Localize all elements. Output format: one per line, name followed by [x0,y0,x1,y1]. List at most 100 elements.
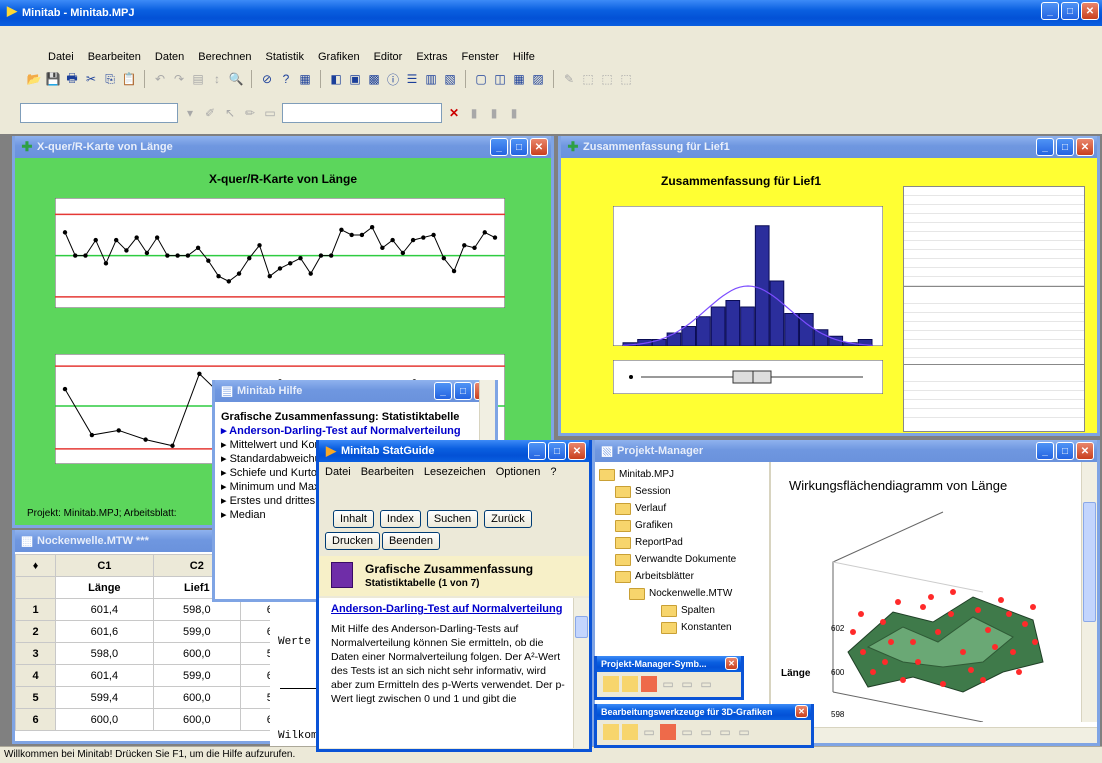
statguide-icon[interactable]: ▦ [297,71,313,87]
surface-scrollbar[interactable] [1081,462,1097,722]
cell[interactable]: 600,0 [152,686,241,709]
print-icon[interactable]: 🖶 [64,71,80,87]
contents-button[interactable]: Inhalt [333,510,374,528]
row-number[interactable]: 6 [15,708,56,731]
search-button[interactable]: Suchen [426,510,479,528]
disabled-icon[interactable]: ▭ [698,676,714,692]
paste-icon[interactable]: 📋 [121,71,137,87]
edit-icon-1[interactable]: ✎ [561,71,577,87]
xbar-title-bar[interactable]: ✚ X-quer/R-Karte von Länge _ □ ✕ [15,136,551,158]
disabled-icon[interactable]: ▭ [679,724,695,740]
disabled-icon[interactable]: ▭ [660,676,676,692]
row-number[interactable]: 3 [15,642,56,665]
brush-icon[interactable]: ✐ [202,105,218,121]
session-icon[interactable]: ◧ [328,71,344,87]
menu-item[interactable]: Optionen [496,466,541,478]
cell[interactable]: 599,0 [152,664,241,687]
help-title-bar[interactable]: ▤ Minitab Hilfe _ □ ✕ [215,380,495,402]
print-button[interactable]: Drucken [325,532,380,550]
minimize-button[interactable]: _ [434,382,452,400]
format-icon-1[interactable]: ▮ [466,105,482,121]
draw-icon[interactable]: ✏ [242,105,258,121]
worksheet-icon[interactable]: ▣ [347,71,363,87]
menu-item[interactable]: Grafiken [318,51,360,63]
menu-item[interactable]: Hilfe [513,51,535,63]
reportpad-icon[interactable]: ▥ [423,71,439,87]
cut-icon[interactable]: ✂ [83,71,99,87]
tree-item[interactable]: Verwandte Dokumente [599,551,769,568]
insert-icon[interactable]: ▤ [190,71,206,87]
tile-icon[interactable]: ◫ [492,71,508,87]
set-icon[interactable]: ▭ [262,105,278,121]
menu-item[interactable]: Extras [416,51,447,63]
find-icon[interactable]: 🔍 [228,71,244,87]
copy-icon[interactable]: ⎘ [102,71,118,87]
close-button[interactable]: ✕ [725,657,738,670]
tree-item[interactable]: Konstanten [599,619,769,636]
column-header[interactable]: C1 [55,554,154,577]
cell[interactable]: 598,0 [55,642,154,665]
cell[interactable]: 600,0 [152,708,241,731]
menu-item[interactable]: Daten [155,51,184,63]
statguide-scrollbar[interactable] [573,598,589,748]
table-icon[interactable]: ▦ [511,71,527,87]
statguide-window[interactable]: ▶ Minitab StatGuide _ □ ✕ Datei Bearbeit… [316,440,592,752]
maximize-button[interactable]: □ [1056,138,1074,156]
section-title[interactable]: Anderson-Darling-Test auf Normalverteilu… [319,598,589,622]
row-number[interactable]: 2 [15,620,56,643]
maximize-button[interactable]: □ [548,442,566,460]
manager-icon[interactable]: ▨ [530,71,546,87]
row-number[interactable]: 4 [15,664,56,687]
cell[interactable]: 600,0 [55,708,154,731]
show-tree-icon[interactable] [622,676,638,692]
menu-item[interactable]: Datei [48,51,74,63]
reportpad-icon[interactable] [641,676,657,692]
row-number[interactable]: 5 [15,686,56,709]
menu-item[interactable]: Editor [374,51,403,63]
help-item[interactable]: ▸ Anderson-Darling-Test auf Normalvertei… [221,424,481,438]
history-icon[interactable]: ☰ [404,71,420,87]
arrow-icon[interactable]: ▾ [182,105,198,121]
edit-icon-2[interactable]: ⬚ [580,71,596,87]
format-icon-2[interactable]: ▮ [486,105,502,121]
menu-item[interactable]: ? [550,466,556,478]
pointer-icon[interactable]: ↖ [222,105,238,121]
disabled-icon[interactable]: ▭ [698,724,714,740]
summary-window[interactable]: ✚ Zusammenfassung für Lief1 _ □ ✕ Zusamm… [558,136,1100,436]
save-icon[interactable]: 💾 [45,71,61,87]
minimize-button[interactable]: _ [528,442,546,460]
delete-icon[interactable]: ✕ [446,105,462,121]
cell[interactable]: 601,6 [55,620,154,643]
tree-item[interactable]: Minitab.MPJ [599,466,769,483]
disabled-icon[interactable]: ▭ [736,724,752,740]
command-field[interactable] [282,103,442,123]
statguide-title-bar[interactable]: ▶ Minitab StatGuide _ □ ✕ [319,440,589,462]
menu-item[interactable]: Bearbeiten [361,466,414,478]
light-icon[interactable] [660,724,676,740]
zoom-icon[interactable] [622,724,638,740]
close-button[interactable]: ✕ [795,705,808,718]
worksheet-selector[interactable] [20,103,178,123]
menu-item[interactable]: Berechnen [198,51,251,63]
tree-item[interactable]: Session [599,483,769,500]
show-folder-icon[interactable] [603,676,619,692]
close-button[interactable]: ✕ [1081,2,1099,20]
cell[interactable]: 600,0 [152,642,241,665]
tree-item[interactable]: ReportPad [599,534,769,551]
menu-item[interactable]: Statistik [265,51,304,63]
disabled-icon[interactable]: ▭ [717,724,733,740]
minimize-button[interactable]: _ [490,138,508,156]
cell[interactable]: 601,4 [55,664,154,687]
maximize-button[interactable]: □ [454,382,472,400]
minimize-button[interactable]: _ [1036,138,1054,156]
close-button[interactable]: ✕ [530,138,548,156]
undo-icon[interactable]: ↶ [152,71,168,87]
tree-item[interactable]: Grafiken [599,517,769,534]
summary-title-bar[interactable]: ✚ Zusammenfassung für Lief1 _ □ ✕ [561,136,1097,158]
format-icon-3[interactable]: ▮ [506,105,522,121]
maximize-button[interactable]: □ [510,138,528,156]
redo-icon[interactable]: ↷ [171,71,187,87]
main-title-bar[interactable]: ▶ Minitab - Minitab.MPJ _ □ ✕ [0,0,1102,26]
menu-item[interactable]: Datei [325,466,351,478]
menu-item[interactable]: Lesezeichen [424,466,486,478]
